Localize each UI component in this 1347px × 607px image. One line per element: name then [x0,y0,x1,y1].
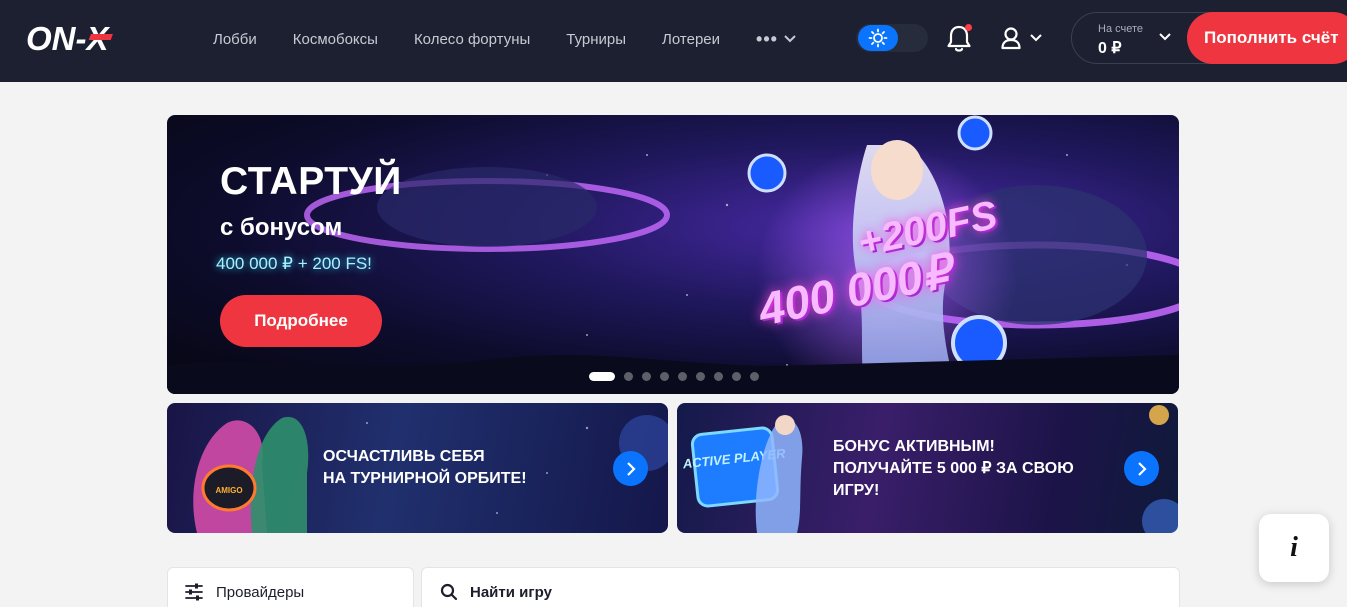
carousel-dots [589,372,759,381]
theme-knob [858,25,898,51]
chevron-down-icon [1159,33,1171,41]
search-icon [440,583,458,601]
theme-toggle[interactable] [856,24,928,52]
info-button[interactable]: i [1259,514,1329,582]
hero-subtitle: с бонусом [220,214,343,241]
nav-lobby[interactable]: Лобби [195,31,275,48]
chevron-down-icon [784,35,796,43]
balance-value: 0 ₽ [1098,40,1122,57]
chevron-right-icon [1137,461,1147,476]
hero-more-button[interactable]: Подробнее [220,295,382,347]
unread-badge [965,24,972,31]
more-dots-icon: ••• [756,29,778,49]
main-nav: Лобби Космобоксы Колесо фортуны Турниры … [195,0,814,78]
carousel-dot[interactable] [589,372,615,381]
hero-banner[interactable]: СТАРТУЙ с бонусом 400 000 ₽ + 200 FS! По… [167,115,1179,394]
top-header: ON-X Лобби Космобоксы Колесо фортуны Тур… [0,0,1347,82]
deposit-button[interactable]: Пополнить счёт [1187,12,1347,64]
nav-wheel-of-fortune[interactable]: Колесо фортуны [396,31,548,48]
hero-title: СТАРТУЙ [220,160,402,203]
on-x-logo[interactable]: ON-X [26,20,166,56]
carousel-dot[interactable] [750,372,759,381]
carousel-dot[interactable] [642,372,651,381]
carousel-dot[interactable] [714,372,723,381]
carousel-dot[interactable] [696,372,705,381]
nav-lotteries[interactable]: Лотереи [644,31,738,48]
filter-sliders-icon [185,583,203,601]
carousel-dot[interactable] [660,372,669,381]
nav-tournaments[interactable]: Турниры [548,31,644,48]
carousel-dot[interactable] [624,372,633,381]
notifications-button[interactable] [945,24,973,54]
promo-active-player-text: БОНУС АКТИВНЫМ! ПОЛУЧАЙТЕ 5 000 ₽ ЗА СВО… [833,438,1074,499]
providers-filter-button[interactable]: Провайдеры [167,567,414,607]
hero-offer: 400 000 ₽ + 200 FS! [216,254,372,273]
promo-tournament-text: ОСЧАСТЛИВЬ СЕБЯ НА ТУРНИРНОЙ ОРБИТЕ! [323,448,527,487]
providers-label: Провайдеры [216,583,305,601]
carousel-dot[interactable] [678,372,687,381]
amigo-badge-text: AMIGO [215,486,242,495]
game-search [421,567,1180,607]
nav-more-menu[interactable]: ••• [738,30,814,48]
promo-tournament-arrow-button[interactable] [613,451,648,486]
balance-label: На счете [1098,23,1144,35]
user-icon [1001,27,1021,50]
chevron-right-icon [626,461,636,476]
chevron-down-icon [1030,34,1042,42]
promo-active-player-arrow-button[interactable] [1124,451,1159,486]
user-menu[interactable] [1000,25,1048,51]
sun-icon [868,28,888,48]
carousel-dot[interactable] [732,372,741,381]
promo-card-active-player[interactable]: ACTIVE PLAYER БОНУС АКТИВНЫМ! ПОЛУЧАЙТЕ … [677,403,1178,533]
promo-card-tournament[interactable]: AMIGO ОСЧАСТЛИВЬ СЕБЯ НА ТУРНИРНОЙ ОРБИТ… [167,403,668,533]
search-input[interactable] [470,583,1070,601]
nav-cosmoboxes[interactable]: Космобоксы [275,31,396,48]
